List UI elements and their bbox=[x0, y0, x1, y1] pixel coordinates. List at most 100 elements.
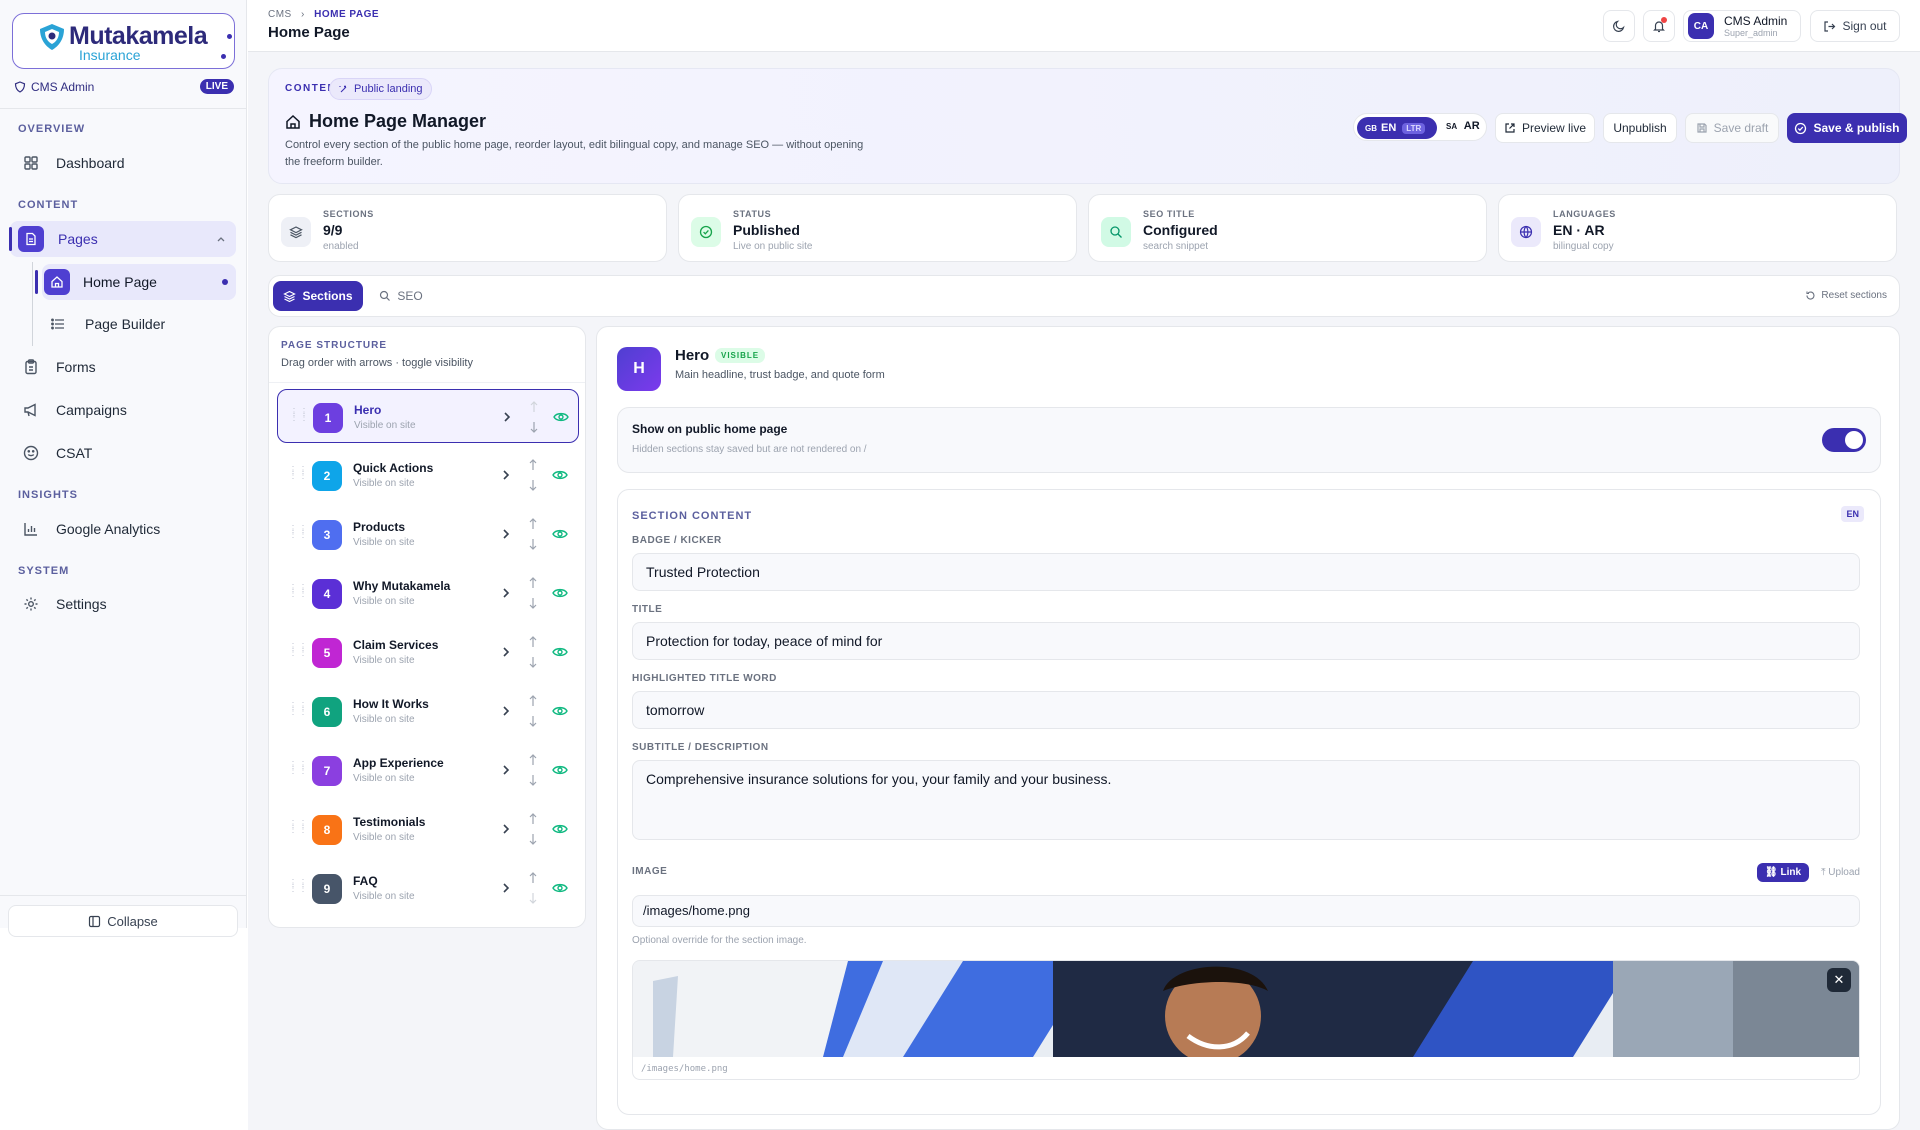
notifications-button[interactable] bbox=[1643, 10, 1675, 42]
clipboard-icon bbox=[25, 359, 37, 375]
section-visibility-text: Visible on site bbox=[354, 420, 416, 431]
section-number: 7 bbox=[312, 756, 342, 786]
chevron-right-icon[interactable] bbox=[501, 409, 513, 425]
section-row[interactable]: ⋮⋮ ⋮⋮ 2 Quick Actions Visible on site bbox=[277, 448, 579, 502]
move-arrows-icon[interactable] bbox=[527, 694, 539, 728]
move-arrows-icon[interactable] bbox=[528, 400, 540, 434]
brand-logo[interactable]: Mutakamela Insurance bbox=[12, 13, 235, 69]
section-row[interactable]: ⋮⋮ ⋮⋮ 1 Hero Visible on site bbox=[277, 389, 579, 443]
lang-ar-button[interactable]: SA AR bbox=[1446, 120, 1480, 132]
eye-icon[interactable] bbox=[552, 468, 568, 482]
preview-live-button[interactable]: Preview live bbox=[1495, 113, 1595, 143]
drag-handle-icon[interactable]: ⋮⋮ ⋮⋮ bbox=[288, 879, 308, 895]
sidebar-item-forms[interactable]: Forms bbox=[16, 349, 236, 385]
move-arrows-icon[interactable] bbox=[527, 812, 539, 846]
eye-icon[interactable] bbox=[552, 881, 568, 895]
chevron-right-icon[interactable] bbox=[500, 526, 512, 542]
drag-handle-icon[interactable]: ⋮⋮ ⋮⋮ bbox=[289, 408, 309, 424]
save-draft-button[interactable]: Save draft bbox=[1685, 113, 1779, 143]
save-publish-button[interactable]: Save & publish bbox=[1787, 113, 1907, 143]
eye-icon[interactable] bbox=[553, 410, 569, 424]
chevron-right-icon[interactable] bbox=[500, 762, 512, 778]
eye-icon[interactable] bbox=[552, 586, 568, 600]
drag-handle-icon[interactable]: ⋮⋮ ⋮⋮ bbox=[288, 643, 308, 659]
tab-seo[interactable]: SEO bbox=[371, 281, 431, 311]
section-number: 1 bbox=[313, 403, 343, 433]
toggle-subtitle: Hidden sections stay saved but are not r… bbox=[632, 444, 867, 455]
sign-out-button[interactable]: Sign out bbox=[1810, 10, 1900, 42]
sidebar-item-home-page[interactable]: Home Page bbox=[35, 264, 236, 300]
move-arrows-icon[interactable] bbox=[527, 517, 539, 551]
section-row[interactable]: ⋮⋮ ⋮⋮ 3 Products Visible on site bbox=[277, 507, 579, 561]
drag-handle-icon[interactable]: ⋮⋮ ⋮⋮ bbox=[288, 525, 308, 541]
sidebar-item-dashboard[interactable]: Dashboard bbox=[16, 145, 236, 181]
section-row[interactable]: ⋮⋮ ⋮⋮ 6 How It Works Visible on site bbox=[277, 684, 579, 738]
eye-icon[interactable] bbox=[552, 645, 568, 659]
tab-sections[interactable]: Sections bbox=[273, 281, 363, 311]
chevron-right-icon[interactable] bbox=[500, 880, 512, 896]
chevron-right-icon[interactable] bbox=[500, 467, 512, 483]
section-subtitle: Main headline, trust badge, and quote fo… bbox=[675, 369, 885, 381]
eye-icon[interactable] bbox=[552, 763, 568, 777]
drag-handle-icon[interactable]: ⋮⋮ ⋮⋮ bbox=[288, 466, 308, 482]
section-row[interactable]: ⋮⋮ ⋮⋮ 8 Testimonials Visible on site bbox=[277, 802, 579, 856]
section-visibility-text: Visible on site bbox=[353, 596, 415, 607]
drag-handle-icon[interactable]: ⋮⋮ ⋮⋮ bbox=[288, 761, 308, 777]
section-content-card: SECTION CONTENT EN BADGE / KICKER Truste… bbox=[617, 489, 1881, 1115]
move-arrows-icon[interactable] bbox=[527, 635, 539, 669]
divider bbox=[0, 895, 247, 896]
link-button-label: Link bbox=[1780, 867, 1802, 878]
section-label-content: CONTENT bbox=[18, 199, 79, 211]
title-input[interactable]: Protection for today, peace of mind for bbox=[632, 622, 1860, 660]
move-arrows-icon[interactable] bbox=[527, 576, 539, 610]
section-initial-avatar: H bbox=[617, 347, 661, 391]
section-row[interactable]: ⋮⋮ ⋮⋮ 7 App Experience Visible on site bbox=[277, 743, 579, 797]
upload-button[interactable]: ⤒ Upload bbox=[1815, 863, 1866, 882]
sidebar-item-pages[interactable]: Pages bbox=[9, 221, 236, 257]
chevron-right-icon[interactable] bbox=[500, 644, 512, 660]
unpublish-button[interactable]: Unpublish bbox=[1603, 113, 1677, 143]
stat-card-sections: SECTIONS 9/9 enabled bbox=[268, 194, 667, 262]
visibility-switch[interactable] bbox=[1822, 428, 1866, 452]
highlight-input[interactable]: tomorrow bbox=[632, 691, 1860, 729]
drag-handle-icon[interactable]: ⋮⋮ ⋮⋮ bbox=[288, 820, 308, 836]
section-visibility-text: Visible on site bbox=[353, 714, 415, 725]
theme-toggle-button[interactable] bbox=[1603, 10, 1635, 42]
subtitle-textarea[interactable]: Comprehensive insurance solutions for yo… bbox=[632, 760, 1860, 840]
sidebar-item-campaigns[interactable]: Campaigns bbox=[16, 392, 236, 428]
chevron-right-icon[interactable] bbox=[500, 703, 512, 719]
search-icon bbox=[1101, 217, 1131, 247]
logo-dot bbox=[221, 54, 226, 59]
sidebar-item-settings[interactable]: Settings bbox=[16, 586, 236, 622]
link-button[interactable]: ⛓ Link bbox=[1757, 863, 1810, 882]
move-arrows-icon[interactable] bbox=[527, 871, 539, 905]
section-visibility-text: Visible on site bbox=[353, 832, 415, 843]
badge-input[interactable]: Trusted Protection bbox=[632, 553, 1860, 591]
move-arrows-icon[interactable] bbox=[527, 753, 539, 787]
section-row[interactable]: ⋮⋮ ⋮⋮ 5 Claim Services Visible on site bbox=[277, 625, 579, 679]
section-row[interactable]: ⋮⋮ ⋮⋮ 4 Why Mutakamela Visible on site bbox=[277, 566, 579, 620]
reset-sections-button[interactable]: Reset sections bbox=[1805, 290, 1887, 301]
eye-icon[interactable] bbox=[552, 527, 568, 541]
drag-handle-icon[interactable]: ⋮⋮ ⋮⋮ bbox=[288, 584, 308, 600]
image-field-label: IMAGE bbox=[632, 866, 668, 877]
chevron-right-icon[interactable] bbox=[500, 821, 512, 837]
move-arrows-icon[interactable] bbox=[527, 458, 539, 492]
highlight-field-label: HIGHLIGHTED TITLE WORD bbox=[632, 673, 777, 684]
divider bbox=[0, 108, 247, 109]
section-row[interactable]: ⋮⋮ ⋮⋮ 9 FAQ Visible on site bbox=[277, 861, 579, 915]
remove-image-button[interactable]: ✕ bbox=[1827, 968, 1851, 992]
drag-handle-icon[interactable]: ⋮⋮ ⋮⋮ bbox=[288, 702, 308, 718]
sidebar-item-page-builder[interactable]: Page Builder bbox=[42, 306, 236, 342]
user-name: CMS Admin bbox=[1724, 14, 1788, 28]
collapse-button[interactable]: Collapse bbox=[8, 905, 238, 937]
user-menu[interactable]: CA CMS Admin Super_admin bbox=[1683, 10, 1801, 42]
image-url-input[interactable]: /images/home.png bbox=[632, 895, 1860, 927]
sidebar-item-csat[interactable]: CSAT bbox=[16, 435, 236, 471]
lang-en-button[interactable]: GB EN LTR bbox=[1357, 117, 1437, 139]
eye-icon[interactable] bbox=[552, 822, 568, 836]
sidebar-item-google-analytics[interactable]: Google Analytics bbox=[16, 511, 236, 547]
eye-icon[interactable] bbox=[552, 704, 568, 718]
breadcrumb-root[interactable]: CMS bbox=[268, 9, 292, 20]
chevron-right-icon[interactable] bbox=[500, 585, 512, 601]
